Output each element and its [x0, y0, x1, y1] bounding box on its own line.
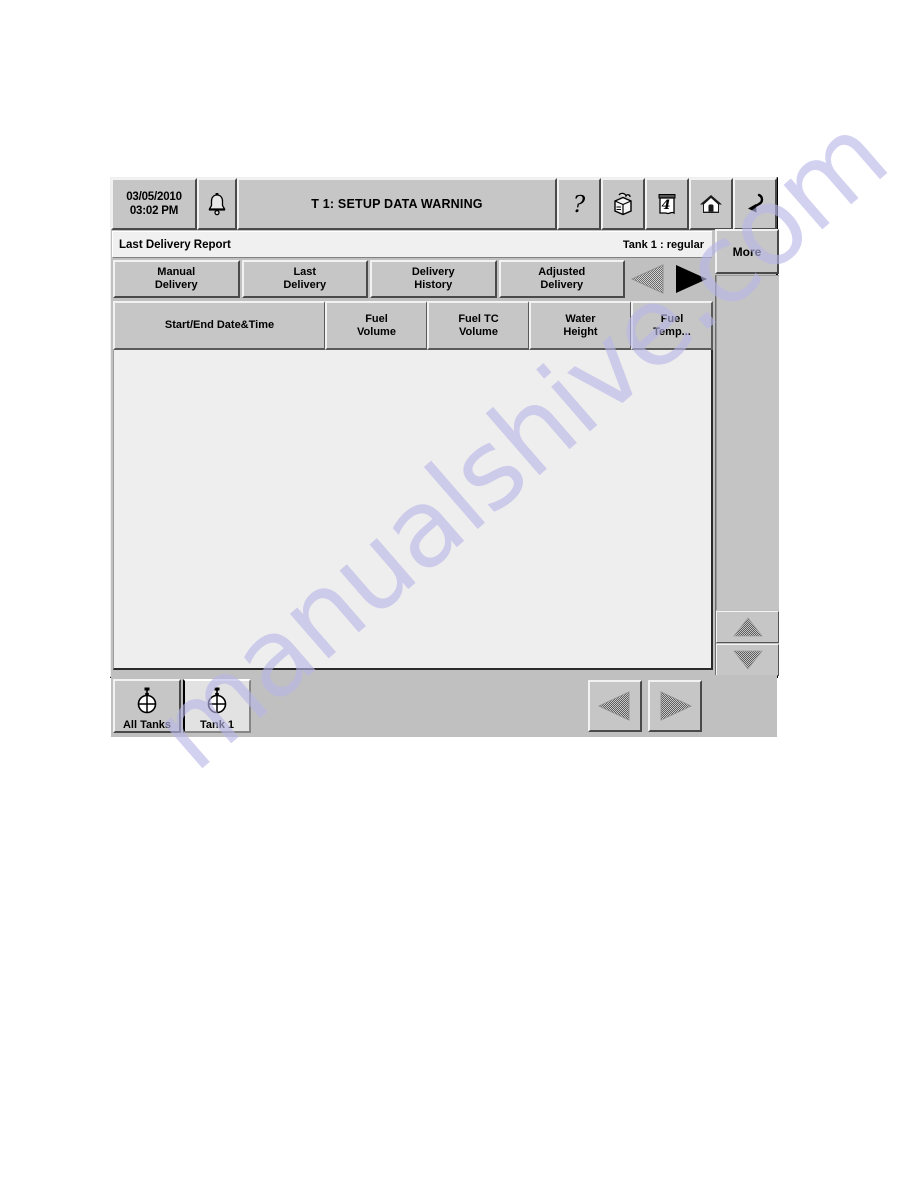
svg-text:?: ? [573, 192, 586, 217]
tab-strip: Manual Delivery Last Delivery Delivery H… [113, 260, 713, 298]
tank-selector-all-tanks[interactable]: All Tanks [113, 679, 181, 733]
column-header-water-height[interactable]: Water Height [529, 301, 631, 350]
help-button[interactable]: ? [557, 178, 601, 230]
column-header-line2: Volume [459, 325, 498, 338]
delivery-box-icon [610, 191, 636, 217]
more-button-label: More [732, 244, 762, 259]
scroll-down-button[interactable] [716, 644, 779, 676]
back-return-button[interactable] [733, 178, 777, 230]
tab-delivery-history[interactable]: Delivery History [370, 260, 497, 298]
tank-selector-label: Tank 1 [199, 719, 235, 731]
header-date: 03/05/2010 [126, 191, 182, 203]
table-header-row: Start/End Date&Time Fuel Volume Fuel TC … [113, 301, 713, 350]
page-title: Last Delivery Report [119, 238, 231, 251]
tab-scroll-left-button[interactable] [627, 260, 669, 298]
header-bar: 03/05/2010 03:02 PM T 1: SETUP DATA WARN… [111, 178, 777, 230]
page-next-button[interactable] [648, 680, 702, 732]
tab-label-line2: Delivery [283, 279, 327, 291]
datetime-display: 03/05/2010 03:02 PM [111, 178, 197, 230]
tab-label-line1: Delivery [411, 266, 455, 278]
tab-manual-delivery[interactable]: Manual Delivery [113, 260, 240, 298]
column-header-start-end-datetime[interactable]: Start/End Date&Time [113, 301, 325, 350]
tab-label-line2: Delivery [540, 279, 584, 291]
column-header-line1: Water [565, 312, 596, 325]
tab-label-line2: Delivery [154, 279, 198, 291]
bottom-toolbar: All Tanks Tank 1 [111, 675, 777, 737]
print-report-icon: 4 [654, 191, 680, 217]
page-next-arrow-icon [655, 690, 695, 722]
status-message-display: T 1: SETUP DATA WARNING [237, 178, 557, 230]
print-report-button[interactable]: 4 [645, 178, 689, 230]
delivery-button[interactable] [601, 178, 645, 230]
column-header-fuel-tc-volume[interactable]: Fuel TC Volume [427, 301, 529, 350]
tab-adjusted-delivery[interactable]: Adjusted Delivery [498, 260, 625, 298]
scroll-down-arrow-icon [731, 649, 765, 671]
tank-selector-label: All Tanks [122, 719, 172, 731]
tab-last-delivery[interactable]: Last Delivery [241, 260, 368, 298]
page-prev-arrow-icon [595, 690, 635, 722]
column-header-line2: Height [563, 325, 598, 338]
home-button[interactable] [689, 178, 733, 230]
report-title-bar: Last Delivery Report Tank 1 : regular [112, 231, 712, 258]
column-header-line1: Fuel TC [458, 312, 499, 325]
tank-icon [132, 686, 162, 716]
home-icon [698, 192, 724, 216]
tank-icon [202, 686, 232, 716]
header-time: 03:02 PM [129, 205, 179, 217]
page-prev-button[interactable] [588, 680, 642, 732]
tank-identifier-label: Tank 1 : regular [622, 238, 704, 251]
status-message-text: T 1: SETUP DATA WARNING [311, 197, 483, 211]
tab-scroll-right-arrow-icon [673, 264, 709, 294]
tab-label-line2: History [414, 279, 453, 291]
scroll-track[interactable] [716, 275, 779, 610]
column-header-line2: Volume [357, 325, 396, 338]
report-table: Start/End Date&Time Fuel Volume Fuel TC … [113, 301, 713, 673]
back-return-icon [743, 191, 767, 217]
column-header-line1: Fuel [365, 312, 388, 325]
more-button[interactable]: More [715, 229, 779, 274]
right-side-rail [715, 275, 779, 676]
column-header-line2: Temp... [653, 325, 691, 338]
svg-text:4: 4 [661, 198, 670, 213]
column-header-fuel-temp[interactable]: Fuel Temp... [631, 301, 713, 350]
table-body-empty [113, 350, 713, 670]
tank-selector-tank-1[interactable]: Tank 1 [183, 679, 251, 733]
scroll-up-button[interactable] [716, 611, 779, 643]
scroll-up-arrow-icon [731, 616, 765, 638]
alarm-button[interactable] [197, 178, 237, 230]
tab-label-line1: Manual [157, 266, 196, 278]
tab-label-line1: Last [293, 266, 317, 278]
bell-icon [206, 192, 228, 216]
column-header-line1: Fuel [660, 312, 684, 325]
column-header-line1: Start/End Date&Time [164, 319, 275, 331]
help-icon: ? [567, 191, 591, 217]
console-screen: 03/05/2010 03:02 PM T 1: SETUP DATA WARN… [110, 177, 779, 737]
tab-scroll-left-arrow-icon [630, 264, 666, 294]
column-header-fuel-volume[interactable]: Fuel Volume [325, 301, 427, 350]
tab-label-line1: Adjusted [538, 266, 586, 278]
tab-scroll-right-button[interactable] [670, 260, 712, 298]
